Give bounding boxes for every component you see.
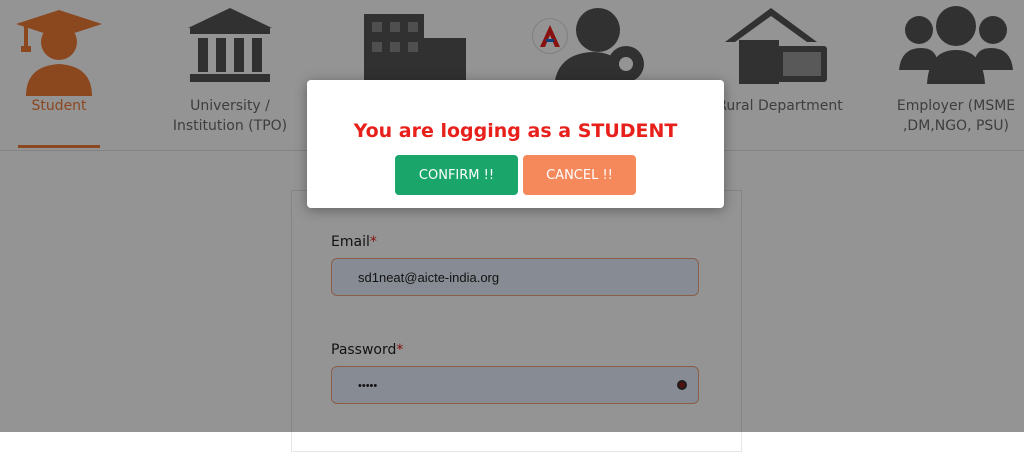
dialog-title: You are logging as a STUDENT (353, 120, 678, 142)
modal-backdrop[interactable] (0, 0, 1024, 432)
confirm-button[interactable]: CONFIRM !! (395, 155, 518, 195)
cancel-button[interactable]: CANCEL !! (523, 155, 636, 195)
confirm-role-dialog: You are logging as a STUDENT CONFIRM !! … (307, 80, 724, 208)
